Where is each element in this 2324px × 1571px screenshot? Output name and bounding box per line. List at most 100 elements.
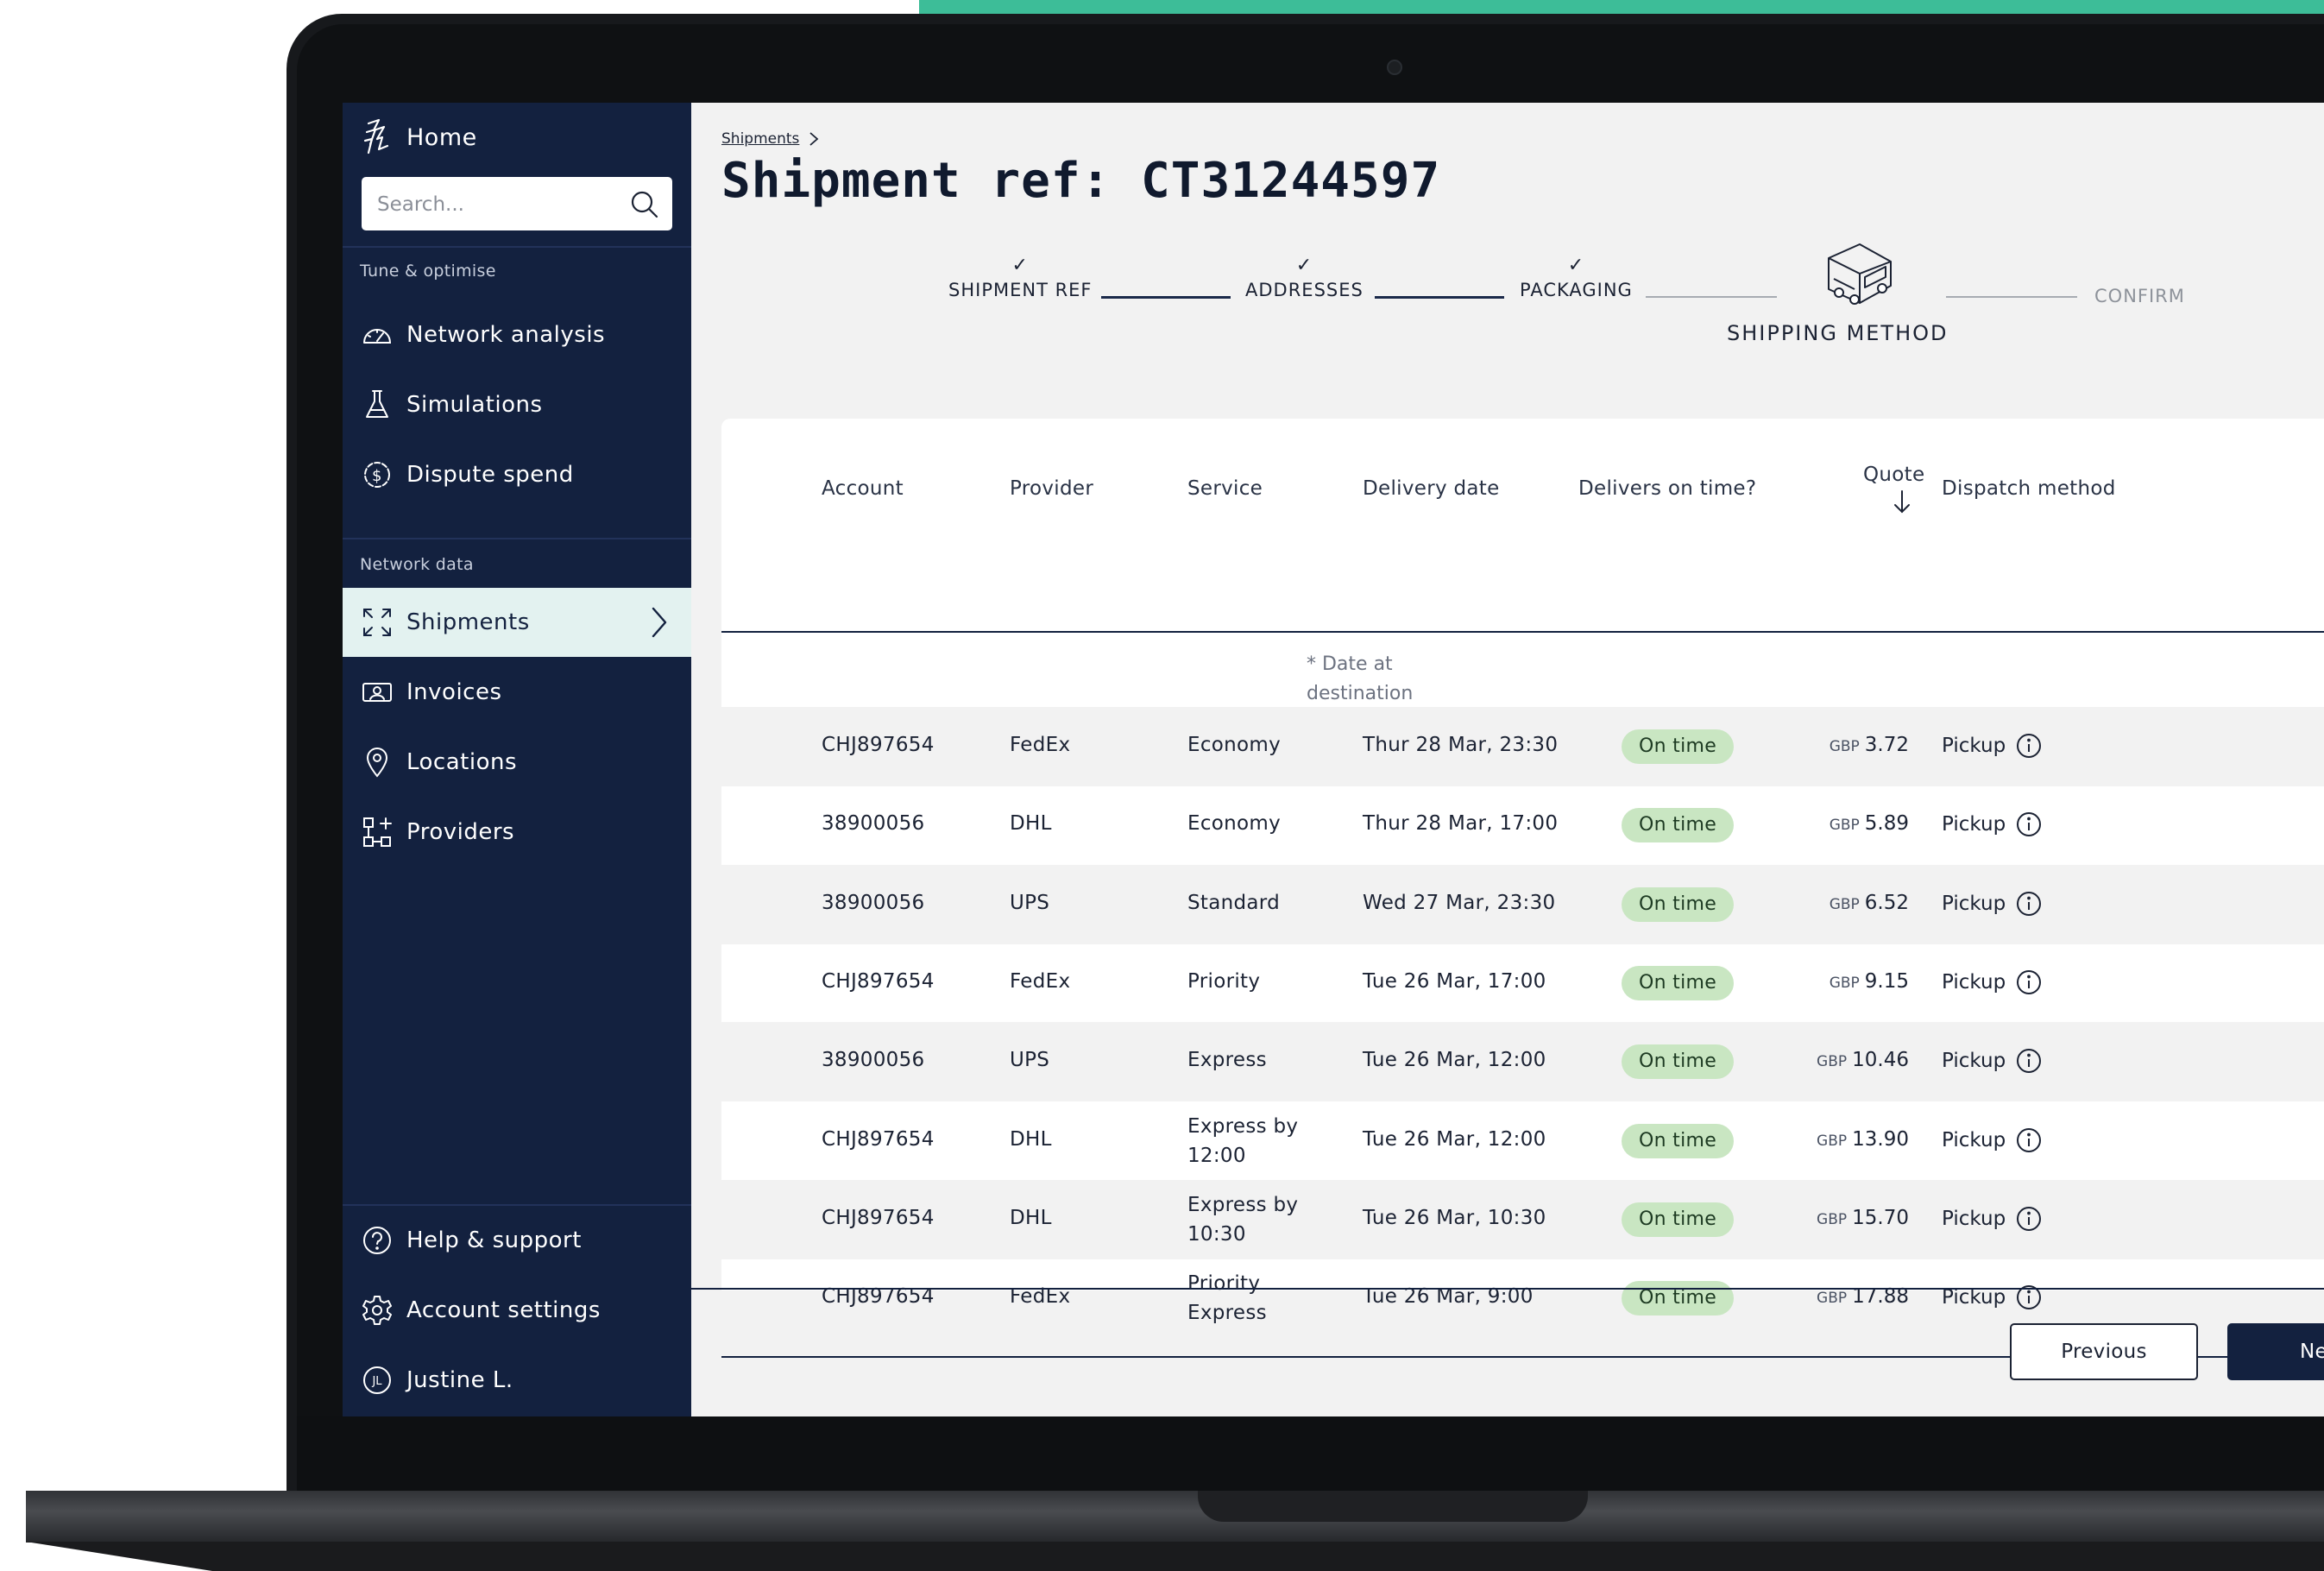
step-connector [1646, 296, 1777, 298]
flask-icon [362, 389, 393, 420]
cell-provider: DHL [1010, 812, 1052, 835]
table-row[interactable]: CHJ897654 FedEx Priority Tue 26 Mar, 17:00 O… [721, 943, 2324, 1023]
cell-service-line: Priority [1187, 1272, 1261, 1295]
sidebar-item-simulations[interactable]: Simulations [343, 370, 691, 439]
cell-dispatch: Pickup [1942, 1127, 2042, 1153]
info-icon[interactable] [2016, 1048, 2042, 1074]
divider [343, 538, 691, 539]
cell-service: Express by 10:30 [1187, 1190, 1298, 1249]
step-label: SHIPPING METHOD [1727, 321, 1949, 345]
sidebar-item-network-analysis[interactable]: Network analysis [343, 300, 691, 369]
sidebar-item-help[interactable]: Help & support [343, 1206, 691, 1275]
table-row[interactable]: 38900056 UPS Express Tue 26 Mar, 12:00 On ti… [721, 1022, 2324, 1101]
laptop-base [26, 1491, 2324, 1543]
sidebar: Home Tune & optimise Network analysis [343, 103, 691, 1416]
cell-delivery-date: Tue 26 Mar, 12:00 [1363, 1049, 1546, 1071]
breadcrumb-link-shipments[interactable]: Shipments [721, 130, 799, 148]
currency-code: GBP [1829, 896, 1860, 913]
cell-delivery-date: Thur 28 Mar, 17:00 [1363, 812, 1559, 835]
section-label-network: Network data [360, 555, 474, 574]
step-shipment-ref[interactable]: ✓ SHIPMENT REF [948, 255, 1093, 300]
cell-service-line: Express by [1187, 1115, 1299, 1138]
step-packaging[interactable]: ✓ PACKAGING [1520, 255, 1633, 300]
sidebar-item-home[interactable]: Home [343, 103, 691, 172]
sidebar-item-account-settings[interactable]: Account settings [343, 1276, 691, 1345]
invoice-icon [362, 677, 393, 708]
quote-amount: 15.70 [1852, 1207, 1909, 1229]
sidebar-item-dispute-spend[interactable]: $ Dispute spend [343, 440, 691, 509]
step-label: PACKAGING [1520, 280, 1633, 300]
status-badge: On time [1622, 966, 1735, 1000]
info-icon[interactable] [2016, 1127, 2042, 1153]
column-header-delivery-date[interactable]: Delivery date [1363, 477, 1500, 500]
cell-account: 38900056 [822, 892, 925, 914]
cell-dispatch: Pickup [1942, 1206, 2042, 1232]
step-addresses[interactable]: ✓ ADDRESSES [1245, 255, 1364, 300]
quote-amount: 13.90 [1852, 1128, 1909, 1151]
quote-amount: 5.89 [1864, 812, 1909, 835]
cell-dispatch: Pickup [1942, 733, 2042, 759]
cell-account: 38900056 [822, 1049, 925, 1071]
step-connector [1375, 296, 1504, 299]
laptop-bezel-bottom [297, 1416, 2324, 1492]
sort-arrow-down-icon[interactable] [1892, 489, 1912, 515]
step-shipping-method[interactable]: SHIPPING METHOD [1727, 321, 1949, 345]
cell-delivery-date: Tue 26 Mar, 10:30 [1363, 1207, 1546, 1229]
expand-icon [362, 607, 393, 638]
column-header-on-time[interactable]: Delivers on time? [1578, 477, 1756, 500]
step-connector [1101, 296, 1231, 299]
cell-provider: DHL [1010, 1207, 1052, 1229]
cell-account: CHJ897654 [822, 734, 935, 756]
cell-account: CHJ897654 [822, 970, 935, 993]
sidebar-item-invoices[interactable]: Invoices [343, 658, 691, 727]
dispatch-method: Pickup [1942, 813, 2006, 836]
cell-service: Economy [1187, 734, 1282, 756]
cell-service: Express [1187, 1049, 1267, 1071]
step-connector [1946, 296, 2077, 298]
info-icon[interactable] [2016, 891, 2042, 917]
dispatch-method: Pickup [1942, 893, 2006, 915]
table-row[interactable]: CHJ897654 DHL Express by 10:30 Tue 26 Mar, 1… [721, 1180, 2324, 1259]
table-row[interactable]: CHJ897654 DHL Express by 12:00 Tue 26 Mar, 1… [721, 1101, 2324, 1181]
avatar-initials: JL [371, 1375, 382, 1388]
search-input[interactable] [362, 177, 629, 232]
sidebar-item-label: Dispute spend [406, 462, 574, 488]
previous-button[interactable]: Previous [2010, 1323, 2198, 1380]
cell-service-line: Express [1187, 1302, 1267, 1324]
column-header-provider[interactable]: Provider [1010, 477, 1093, 500]
column-header-account[interactable]: Account [822, 477, 904, 500]
status-badge: On time [1622, 1281, 1735, 1315]
search-icon[interactable] [629, 189, 658, 218]
info-icon[interactable] [2016, 1206, 2042, 1232]
quote-amount: 9.15 [1864, 970, 1909, 993]
user-name: Justine L. [406, 1367, 513, 1393]
cell-provider: DHL [1010, 1128, 1052, 1151]
sidebar-item-user[interactable]: JL Justine L. [343, 1346, 691, 1415]
cell-provider: FedEx [1010, 734, 1071, 756]
info-icon[interactable] [2016, 811, 2042, 837]
currency-code: GBP [1829, 817, 1860, 834]
camera-icon [1387, 60, 1402, 75]
sidebar-item-providers[interactable]: Providers [343, 798, 691, 867]
info-icon[interactable] [2016, 733, 2042, 759]
table-row[interactable]: 38900056 DHL Economy Thur 28 Mar, 17:00 On t… [721, 786, 2324, 865]
sidebar-item-shipments[interactable]: Shipments [343, 588, 691, 657]
step-label: CONFIRM [2094, 286, 2185, 306]
column-header-service[interactable]: Service [1187, 477, 1263, 500]
status-badge: On time [1622, 729, 1735, 764]
column-header-quote[interactable]: Quote [1863, 464, 1924, 486]
table-row[interactable]: CHJ897654 FedEx Economy Thur 28 Mar, 23:30 O… [721, 707, 2324, 786]
info-icon[interactable] [2016, 969, 2042, 995]
sidebar-item-locations[interactable]: Locations [343, 728, 691, 797]
sidebar-item-label: Shipments [406, 609, 530, 635]
shipping-options-panel: Account Provider Service Delivery date D… [721, 419, 2324, 1358]
avatar: JL [362, 1365, 393, 1396]
cell-quote: GBP 13.90 [1788, 1128, 1909, 1151]
column-header-dispatch[interactable]: Dispatch method [1942, 477, 2116, 500]
next-button[interactable]: Nex [2227, 1323, 2324, 1380]
cell-provider: UPS [1010, 1049, 1050, 1071]
table-row[interactable]: 38900056 UPS Standard Wed 27 Mar, 23:30 On t… [721, 865, 2324, 944]
gauge-icon [362, 319, 393, 350]
cell-service: Express by 12:00 [1187, 1112, 1298, 1170]
step-confirm[interactable]: CONFIRM [2094, 286, 2185, 306]
